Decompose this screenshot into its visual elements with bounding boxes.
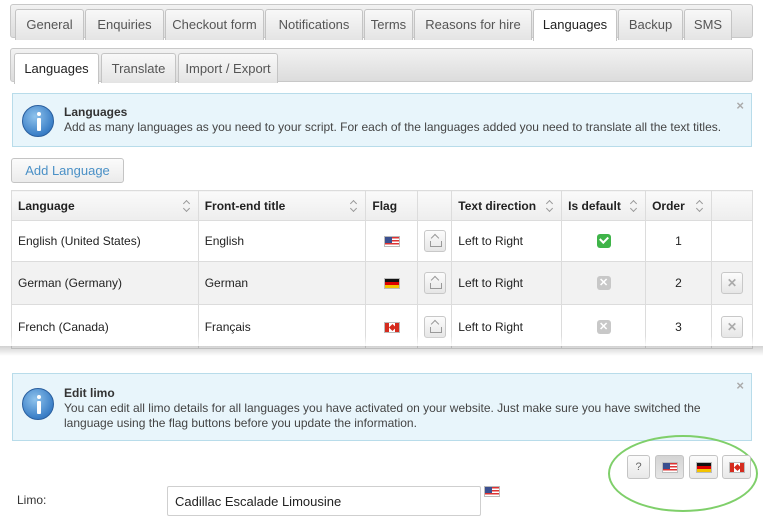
table-row: German (Germany) German Left to Right ✕ … (11, 261, 754, 305)
upload-flag-button[interactable] (423, 230, 446, 252)
not-default-icon[interactable]: ✕ (596, 319, 611, 334)
subtab-import-export[interactable]: Import / Export (178, 53, 278, 83)
tab-general[interactable]: General (15, 9, 84, 40)
info-title: Edit limo (64, 386, 115, 400)
languages-sub-tab-bar: Languages Translate Import / Export (10, 48, 753, 84)
col-header-is-default[interactable]: Is default (561, 190, 647, 221)
edit-limo-info-box: Edit limo You can edit all limo details … (12, 373, 752, 441)
info-icon (22, 105, 54, 137)
tab-notifications[interactable]: Notifications (265, 9, 363, 40)
col-header-text-direction[interactable]: Text direction (451, 190, 563, 221)
col-header-upload (417, 190, 453, 221)
tab-sms[interactable]: SMS (684, 9, 732, 40)
info-text: Add as many languages as you need to you… (64, 120, 722, 134)
col-header-actions (710, 190, 754, 221)
subtab-languages[interactable]: Languages (14, 53, 99, 84)
col-header-language[interactable]: Language (11, 190, 199, 221)
limo-name-input[interactable] (167, 486, 481, 516)
info-icon (22, 388, 54, 420)
col-header-order[interactable]: Order (645, 190, 712, 221)
ca-flag-icon (383, 321, 400, 333)
sort-icon[interactable] (182, 200, 190, 212)
cell-language: German (Germany) (11, 261, 199, 305)
sort-icon[interactable] (545, 200, 553, 212)
tab-checkout-form[interactable]: Checkout form (165, 9, 264, 40)
cell-order: 2 (645, 261, 712, 305)
tab-terms[interactable]: Terms (364, 9, 413, 40)
tab-languages[interactable]: Languages (533, 9, 617, 41)
cell-title: English (197, 220, 367, 262)
ca-flag-icon (728, 461, 745, 473)
help-button[interactable]: ? (627, 455, 650, 479)
col-header-flag: Flag (365, 190, 419, 221)
close-icon[interactable]: × (736, 378, 744, 393)
default-check-icon[interactable] (596, 234, 611, 249)
cell-direction: Left to Right (451, 261, 563, 305)
cell-direction: Left to Right (451, 220, 563, 262)
sort-icon[interactable] (695, 200, 703, 212)
cell-order: 1 (645, 220, 712, 262)
us-flag-icon (484, 486, 500, 497)
switch-french-button[interactable] (722, 455, 751, 479)
col-header-frontend-title[interactable]: Front-end title (197, 190, 367, 221)
us-flag-icon (661, 461, 678, 473)
upload-flag-button[interactable] (423, 315, 446, 338)
delete-language-button[interactable]: ✕ (720, 272, 743, 294)
de-flag-icon (383, 278, 400, 290)
info-text: You can edit all limo details for all la… (64, 401, 701, 430)
add-language-button[interactable]: Add Language (11, 158, 124, 183)
tab-reasons-for-hire[interactable]: Reasons for hire (414, 9, 532, 40)
limo-label: Limo: (17, 493, 47, 507)
page-cut-fade (0, 336, 763, 346)
not-default-icon[interactable]: ✕ (596, 276, 611, 291)
table-row: English (United States) English Left to … (11, 220, 754, 262)
upload-flag-button[interactable] (423, 272, 446, 294)
languages-table: Language Front-end title Flag Text direc… (11, 190, 754, 349)
de-flag-icon (695, 461, 712, 473)
tab-enquiries[interactable]: Enquiries (85, 9, 164, 40)
delete-language-button[interactable]: ✕ (720, 315, 743, 338)
subtab-translate[interactable]: Translate (101, 53, 176, 83)
settings-tab-bar: General Enquiries Checkout form Notifica… (10, 4, 753, 41)
info-title: Languages (64, 105, 128, 119)
page-cut-shadow (0, 346, 763, 356)
switch-english-button[interactable] (655, 455, 684, 479)
us-flag-icon (383, 236, 400, 248)
switch-german-button[interactable] (689, 455, 718, 479)
sort-icon[interactable] (349, 200, 357, 212)
sort-icon[interactable] (629, 200, 637, 212)
languages-info-box: Languages Add as many languages as you n… (12, 93, 752, 147)
close-icon[interactable]: × (736, 98, 744, 113)
cell-language: English (United States) (11, 220, 199, 262)
cell-title: German (197, 261, 367, 305)
tab-backup[interactable]: Backup (618, 9, 683, 40)
